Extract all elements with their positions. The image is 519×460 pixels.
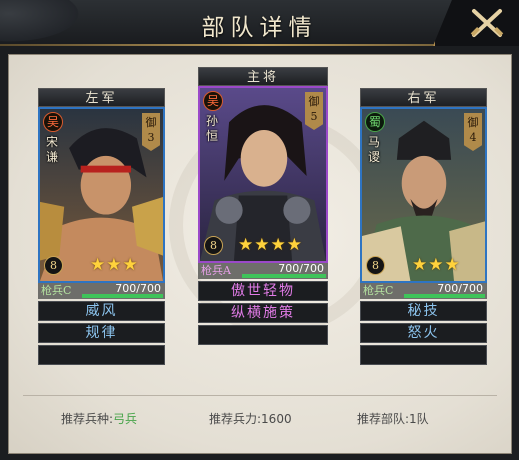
skill-slot-1[interactable]: 威风: [38, 301, 165, 321]
star-rating: ★★★★: [238, 235, 303, 255]
hero-portrait-frame[interactable]: 吴 宋谦 御 3 8 ★★★: [38, 107, 165, 283]
troop-type-bar: 枪兵A 700/700: [198, 262, 328, 279]
skill-slot-3[interactable]: [198, 325, 328, 345]
hero-name: 孙恒: [206, 114, 219, 143]
troop-type-label: 枪兵C: [41, 284, 72, 297]
hp-bar: [404, 294, 485, 298]
content-panel: 左军 吴 宋谦 御 3 8 ★★★ 枪兵C 700/700 威风 规律 主将 吴…: [8, 54, 512, 454]
defense-badge: 御 4: [464, 113, 482, 151]
skill-slot-2[interactable]: 规律: [38, 323, 165, 343]
defense-label: 御: [308, 95, 320, 108]
hp-bar: [242, 274, 326, 278]
hp-bar-fill: [242, 274, 326, 278]
star-rating: ★★★: [90, 255, 139, 275]
defense-value: 5: [310, 110, 318, 123]
crossed-swords-icon: [470, 9, 504, 37]
defense-value: 4: [469, 131, 477, 144]
defense-badge: 御 3: [142, 113, 160, 151]
hp-bar: [82, 294, 163, 298]
faction-badge: 蜀: [365, 112, 385, 132]
hero-portrait-frame[interactable]: 吴 孙恒 御 5 8 ★★★★: [198, 86, 328, 263]
star-rating: ★★★: [412, 255, 461, 275]
skill-slot-2[interactable]: 怒火: [360, 323, 487, 343]
footer-divider: [23, 395, 497, 396]
hero-name: 马谡: [368, 135, 381, 164]
title-bar: 部队详情: [0, 0, 519, 46]
recommended-troop-power: 推荐兵力:1600: [209, 410, 292, 427]
level-badge: 8: [44, 256, 63, 275]
hp-bar-fill: [404, 294, 485, 298]
troop-type-bar: 枪兵C 700/700: [360, 282, 487, 299]
troop-type-label: 枪兵C: [363, 284, 394, 297]
close-button-backdrop: [433, 0, 519, 46]
rec-units-value: 1队: [409, 412, 429, 426]
card-left-army[interactable]: 左军 吴 宋谦 御 3 8 ★★★ 枪兵C 700/700 威风 规律: [38, 88, 165, 365]
hero-portrait-frame[interactable]: 蜀 马谡 御 4 8 ★★★: [360, 107, 487, 283]
troop-type-label: 枪兵A: [201, 264, 231, 277]
skill-slot-3[interactable]: [360, 345, 487, 365]
recommended-units: 推荐部队:1队: [357, 410, 429, 427]
skill-slot-3[interactable]: [38, 345, 165, 365]
recommended-troop-type: 推荐兵种:弓兵: [61, 410, 137, 427]
troop-type-bar: 枪兵C 700/700: [38, 282, 165, 299]
defense-label: 御: [467, 116, 479, 129]
rec-type-label: 推荐兵种:: [61, 412, 114, 426]
rec-power-value: 1600: [261, 412, 292, 426]
skill-slot-2[interactable]: 纵横施策: [198, 303, 328, 323]
rec-type-value: 弓兵: [113, 412, 138, 426]
defense-badge: 御 5: [305, 92, 323, 130]
defense-label: 御: [145, 116, 157, 129]
card-main-general[interactable]: 主将 吴 孙恒 御 5 8 ★★★★ 枪兵A 700/700 傲世轻物 纵横施策: [198, 67, 328, 345]
unit-detail-window: 部队详情 左军 吴 宋谦 御 3 8 ★★★ 枪兵C 700/700 威风 规律…: [0, 0, 519, 460]
rec-units-label: 推荐部队:: [357, 412, 410, 426]
faction-badge: 吴: [43, 112, 63, 132]
card-position-label: 主将: [198, 67, 328, 86]
rec-power-label: 推荐兵力:: [209, 412, 262, 426]
skill-slot-1[interactable]: 秘技: [360, 301, 487, 321]
card-right-army[interactable]: 右军 蜀 马谡 御 4 8 ★★★ 枪兵C 700/700 秘技 怒火: [360, 88, 487, 365]
card-position-label: 左军: [38, 88, 165, 107]
hero-name: 宋谦: [46, 135, 59, 164]
defense-value: 3: [147, 131, 155, 144]
level-badge: 8: [204, 236, 223, 255]
skill-slot-1[interactable]: 傲世轻物: [198, 281, 328, 301]
card-position-label: 右军: [360, 88, 487, 107]
hp-bar-fill: [82, 294, 163, 298]
faction-badge: 吴: [203, 91, 223, 111]
level-badge: 8: [366, 256, 385, 275]
close-button[interactable]: [469, 6, 505, 40]
